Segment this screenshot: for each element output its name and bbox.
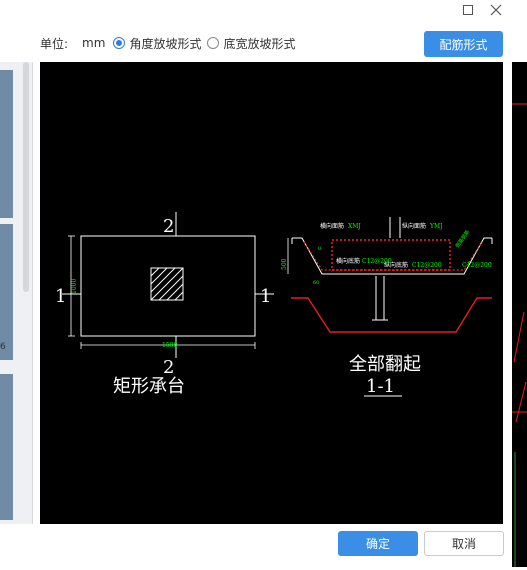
close-icon[interactable] — [484, 0, 508, 20]
section-small-dim-a: 0 — [318, 246, 321, 252]
unit-value: mm — [82, 36, 106, 50]
label-bottom-horizontal: 横向底筋 — [336, 257, 360, 265]
section-view: 500 0 60 横向面筋 XMJ 纵向面筋 YMJ 横向底筋 C12@200 … — [281, 217, 493, 397]
thumbnail-1[interactable] — [0, 70, 13, 218]
label-top-horizontal-code: XMJ — [348, 223, 361, 230]
plan-section-mark-top: 2 — [163, 216, 174, 237]
left-thumbnail-panel: 6 — [0, 62, 33, 524]
radio-angle[interactable]: 角度放坡形式 — [113, 35, 201, 52]
right-spec: C12@200 — [462, 262, 492, 269]
radio-width[interactable]: 底宽放坡形式 — [207, 35, 295, 52]
label-top-longitudinal-code: YMJ — [429, 223, 443, 230]
cancel-button[interactable]: 取消 — [424, 531, 504, 556]
label-top-horizontal: 横向面筋 — [320, 222, 344, 230]
side-note: 侧面钢筋 — [454, 229, 471, 249]
background-window-edge — [512, 62, 527, 567]
plan-view: 2 2 1 1 1000 1500 矩形承台 — [55, 212, 274, 397]
restore-icon[interactable] — [456, 0, 480, 20]
ok-button[interactable]: 确定 — [338, 531, 418, 556]
radio-width-label: 底宽放坡形式 — [223, 36, 296, 51]
plan-caption: 矩形承台 — [113, 376, 185, 397]
label-top-longitudinal: 纵向面筋 — [402, 222, 426, 230]
section-caption-sub: 1-1 — [366, 376, 395, 397]
radio-width-indicator[interactable] — [207, 37, 220, 49]
unit-options-row: 单位: mm 角度放坡形式 底宽放坡形式 — [40, 33, 295, 53]
plan-section-mark-right: 1 — [260, 286, 271, 307]
left-panel-scrollbar[interactable] — [23, 62, 29, 292]
label-bottom-longitudinal-spec: C12@200 — [412, 262, 442, 269]
thumbnail-3[interactable] — [0, 374, 13, 520]
radio-angle-indicator[interactable] — [113, 37, 126, 49]
drawing-canvas: 2 2 1 1 1000 1500 矩形承台 500 0 60 横向面筋 XMJ… — [40, 62, 503, 524]
thumbnail-2[interactable] — [0, 224, 13, 360]
plan-width-dim: 1500 — [162, 342, 177, 349]
plan-section-mark-left: 1 — [55, 286, 66, 307]
label-bottom-longitudinal: 纵向底筋 — [384, 261, 408, 269]
section-caption-main: 全部翻起 — [349, 354, 421, 375]
radio-angle-label: 角度放坡形式 — [129, 36, 202, 51]
plan-section-mark-bottom: 2 — [163, 357, 174, 378]
section-height-dim: 500 — [281, 258, 288, 270]
rebar-form-button[interactable]: 配筋形式 — [424, 31, 503, 57]
thumbnail-snippet: 6 — [0, 342, 6, 352]
unit-label: 单位: — [40, 36, 69, 51]
plan-height-dim: 1000 — [71, 279, 78, 294]
section-small-dim-b: 60 — [313, 280, 319, 286]
